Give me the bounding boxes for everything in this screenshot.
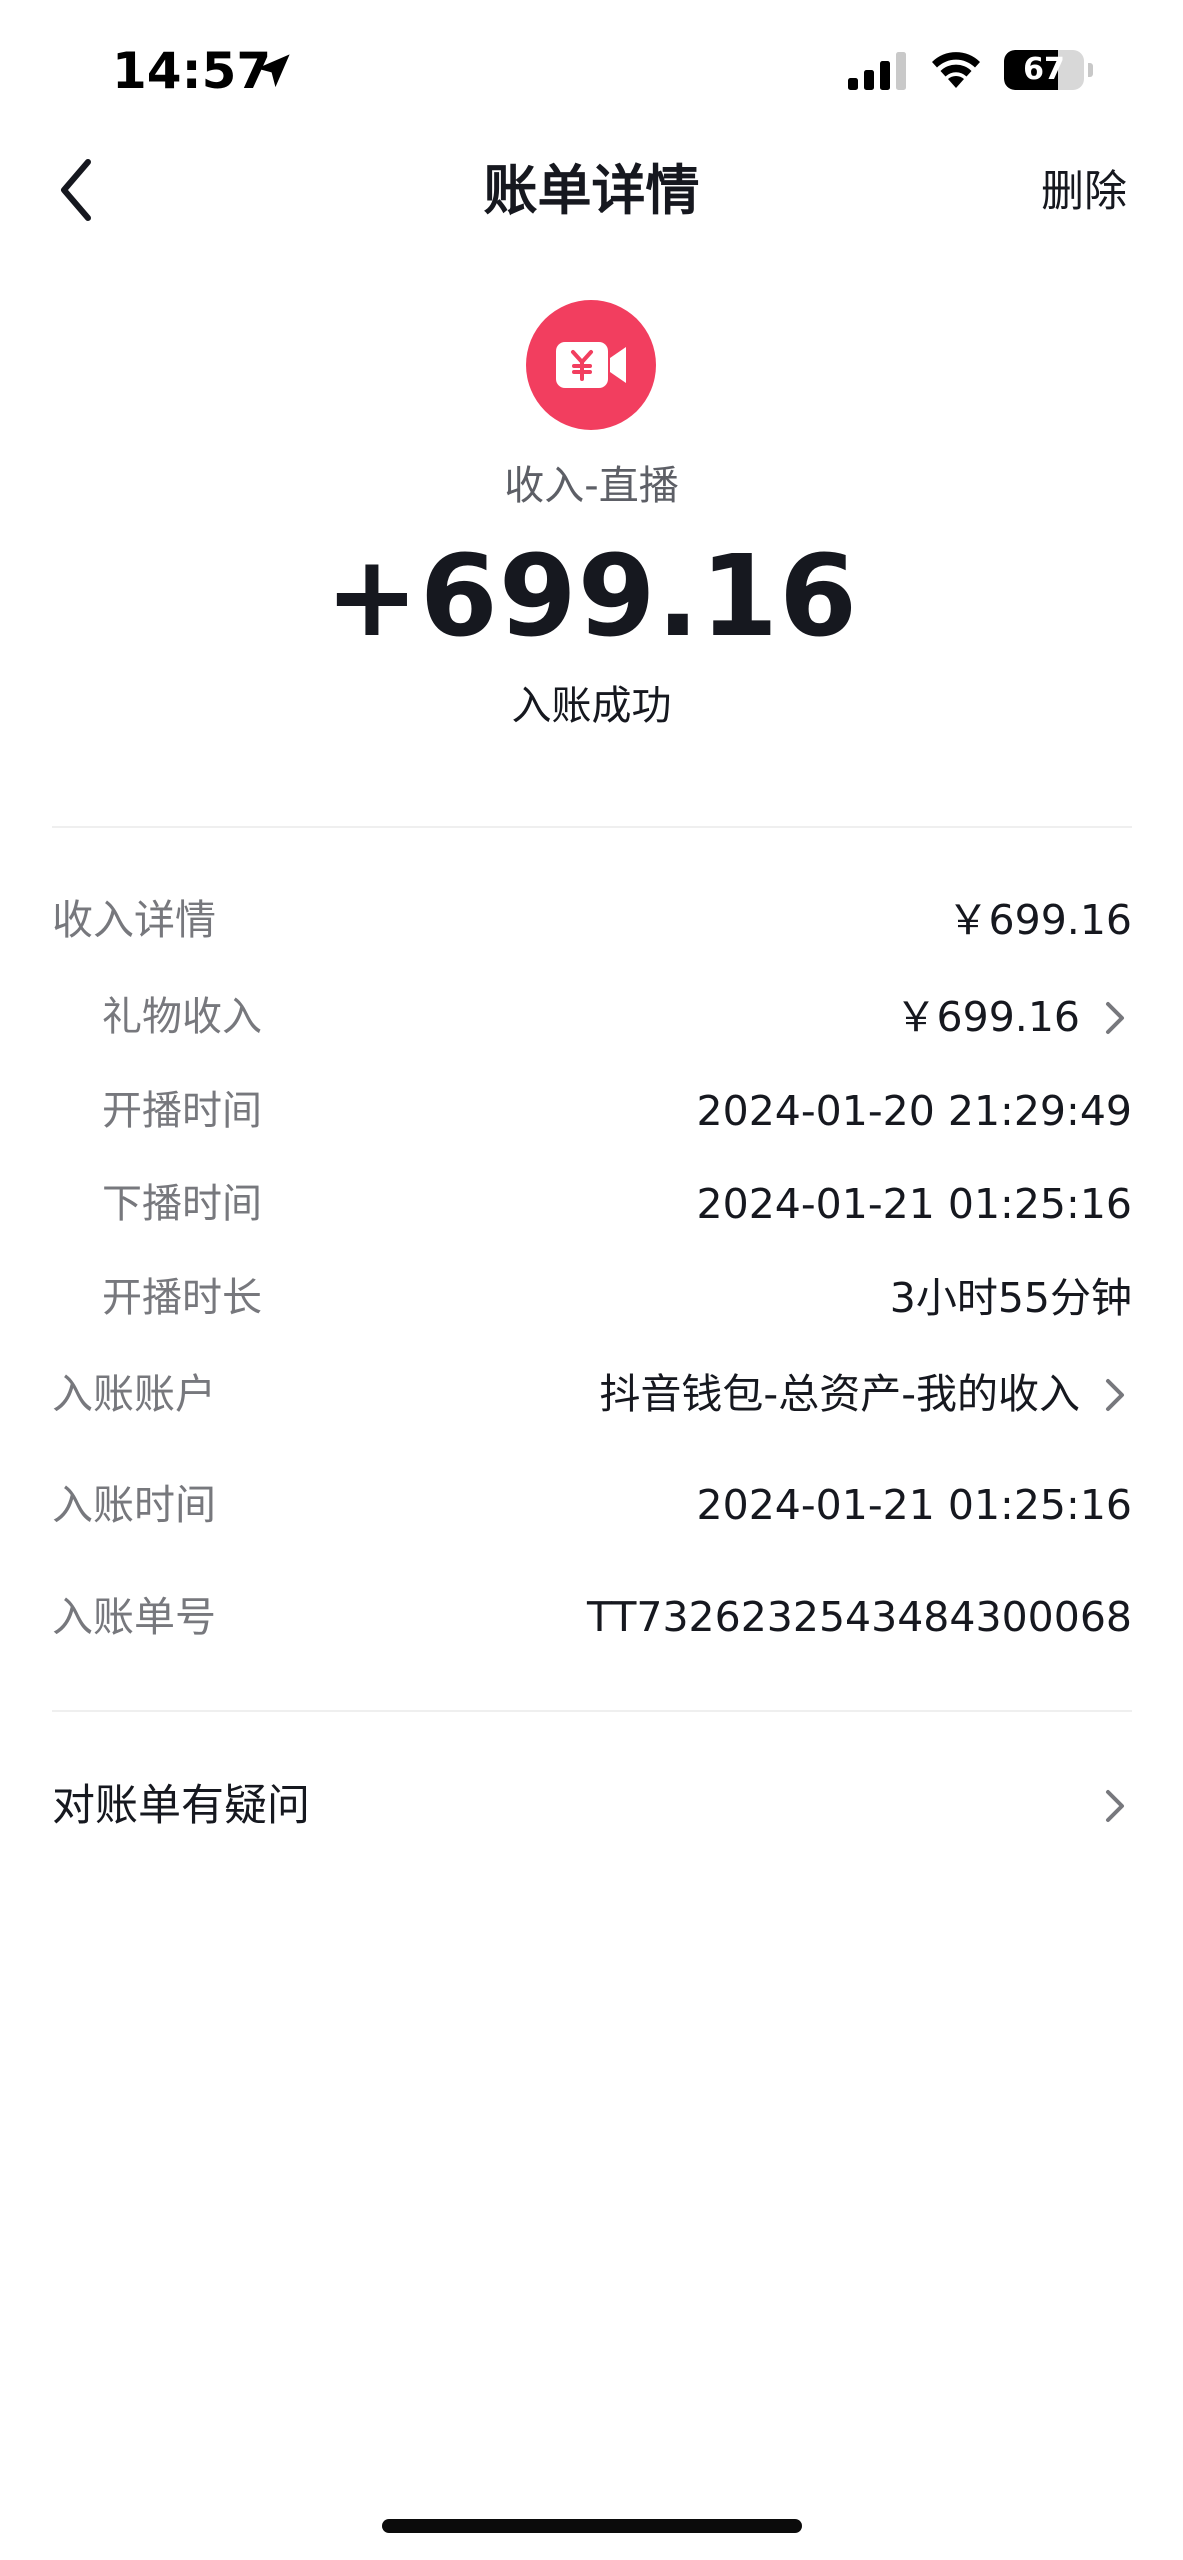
income-detail-label: 收入详情 [52,896,216,944]
home-indicator [382,2519,802,2533]
location-arrow-icon [256,54,290,88]
start-time-value: 2024-01-20 21:29:49 [696,1087,1132,1135]
wifi-icon [932,52,980,88]
gift-income-label: 礼物收入 [102,994,262,1040]
order-number-value: TT7326232543484300068 [587,1593,1132,1641]
credit-time-label: 入账时间 [52,1481,216,1529]
income-detail-row: 收入详情 ￥699.16 [52,885,1132,955]
cellular-signal-icon [848,52,906,90]
page-title: 账单详情 [483,159,700,222]
start-time-label: 开播时间 [102,1088,262,1134]
status-bar: 14:57 67 [0,0,1183,140]
transaction-category: 收入-直播 [504,463,679,509]
transaction-amount: +699.16 [324,532,859,662]
battery-level: 67 [1023,52,1065,87]
credit-time-row: 入账时间 2024-01-21 01:25:16 [52,1470,1132,1540]
nav-bar: 账单详情 删除 [0,140,1183,240]
bill-query-row[interactable]: 对账单有疑问 [52,1770,1132,1840]
chevron-right-icon [1106,1790,1124,1822]
status-time: 14:57 [112,42,272,100]
gift-income-value: ￥699.16 [895,993,1080,1041]
bill-query-label: 对账单有疑问 [52,1781,310,1831]
chevron-left-icon [61,159,91,221]
delete-button[interactable]: 删除 [1041,164,1127,220]
gift-income-row[interactable]: 礼物收入 ￥699.16 [52,982,1132,1052]
income-detail-value: ￥699.16 [947,896,1132,944]
chevron-right-icon [1106,1379,1124,1411]
chevron-right-icon [1106,1002,1124,1034]
live-stream-yuan-icon [526,300,656,430]
start-time-row: 开播时间 2024-01-20 21:29:49 [52,1076,1132,1146]
account-row[interactable]: 入账账户 抖音钱包-总资产-我的收入 [52,1359,1132,1429]
duration-label: 开播时长 [102,1275,262,1321]
divider [52,826,1132,828]
end-time-value: 2024-01-21 01:25:16 [696,1180,1132,1228]
back-button[interactable] [40,150,120,230]
account-label: 入账账户 [52,1370,216,1418]
transaction-status: 入账成功 [511,683,672,729]
credit-time-value: 2024-01-21 01:25:16 [696,1481,1132,1529]
order-number-row: 入账单号 TT7326232543484300068 [52,1582,1132,1652]
battery-cap [1088,63,1093,77]
order-number-label: 入账单号 [52,1593,216,1641]
end-time-label: 下播时间 [102,1181,262,1227]
end-time-row: 下播时间 2024-01-21 01:25:16 [52,1169,1132,1239]
duration-row: 开播时长 3小时55分钟 [52,1263,1132,1333]
divider [52,1710,1132,1712]
battery-icon: 67 [1004,50,1094,90]
account-value: 抖音钱包-总资产-我的收入 [599,1370,1080,1418]
duration-value: 3小时55分钟 [889,1274,1132,1322]
